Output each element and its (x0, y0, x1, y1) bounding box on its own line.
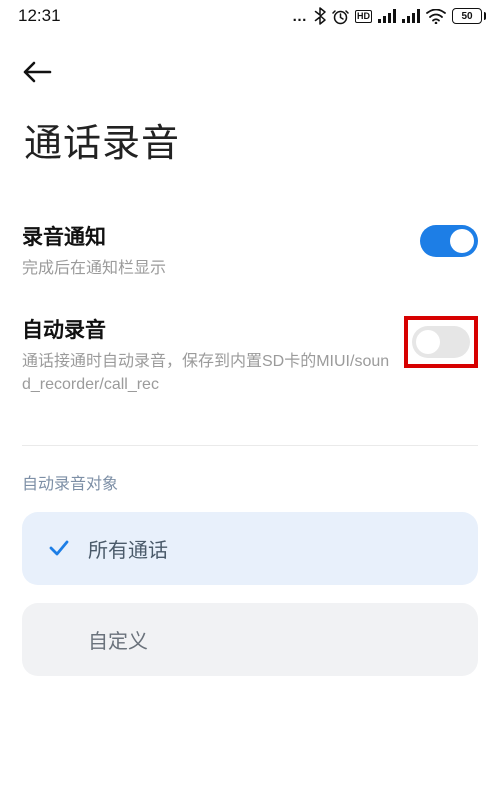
option-label: 所有通话 (88, 534, 168, 563)
option-label: 自定义 (88, 625, 148, 654)
page-title: 通话录音 (22, 94, 478, 207)
setting-subtitle: 完成后在通知栏显示 (22, 257, 408, 280)
toggle-notify[interactable] (420, 225, 478, 257)
wifi-icon (426, 9, 446, 24)
battery-level: 50 (461, 11, 472, 22)
section-label-targets: 自动录音对象 (22, 470, 478, 494)
status-indicators: … HD 50 (292, 7, 486, 25)
signal-1-icon (378, 9, 396, 23)
check-icon (46, 535, 72, 561)
divider (22, 445, 478, 446)
battery-indicator: 50 (452, 8, 486, 24)
setting-subtitle: 通话接通时自动录音，保存到内置SD卡的MIUI/sound_recorder/c… (22, 350, 392, 396)
alarm-icon (332, 8, 349, 25)
signal-2-icon (402, 9, 420, 23)
option-custom[interactable]: 自定义 (22, 603, 478, 676)
setting-row-auto-record[interactable]: 自动录音 通话接通时自动录音，保存到内置SD卡的MIUI/sound_recor… (22, 300, 478, 416)
setting-title: 自动录音 (22, 314, 392, 344)
toggle-auto-record[interactable] (412, 326, 470, 358)
option-all-calls[interactable]: 所有通话 (22, 512, 478, 585)
hd-indicator: HD (355, 10, 372, 23)
more-dots-icon: … (292, 8, 308, 25)
annotation-highlight (404, 316, 478, 368)
status-bar: 12:31 … HD 50 (0, 0, 500, 32)
setting-row-notify[interactable]: 录音通知 完成后在通知栏显示 (22, 207, 478, 300)
back-button[interactable] (22, 50, 66, 94)
arrow-left-icon (22, 60, 52, 84)
status-time: 12:31 (18, 6, 61, 26)
setting-title: 录音通知 (22, 221, 408, 251)
bluetooth-icon (314, 7, 326, 25)
